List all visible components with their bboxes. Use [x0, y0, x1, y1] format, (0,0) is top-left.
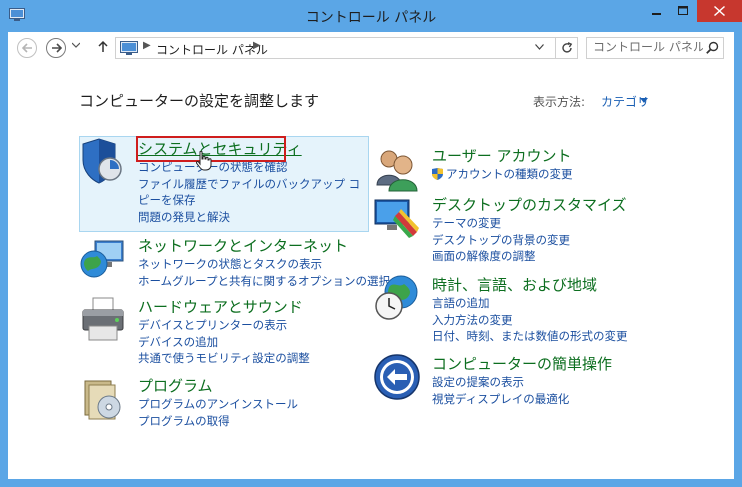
- forward-arrow-icon: [51, 43, 62, 53]
- back-arrow-icon: [21, 43, 32, 53]
- close-button[interactable]: [697, 0, 742, 22]
- category-link[interactable]: 問題の発見と解決: [138, 209, 364, 226]
- breadcrumb-control-panel[interactable]: コントロール パネル: [156, 41, 268, 58]
- view-by-dropdown-chevron-icon[interactable]: [640, 98, 648, 103]
- address-dropdown-chevron-icon[interactable]: [535, 44, 544, 50]
- breadcrumb-separator-icon[interactable]: ▶: [253, 40, 261, 51]
- hand-cursor-icon: [196, 151, 212, 171]
- category-title[interactable]: ハードウェアとサウンド: [138, 296, 303, 317]
- category-link[interactable]: 言語の追加: [432, 295, 628, 312]
- category-link[interactable]: 入力方法の変更: [432, 312, 628, 329]
- minimize-button[interactable]: [644, 0, 670, 22]
- category-link[interactable]: デバイスとプリンターの表示: [138, 317, 310, 334]
- category-link[interactable]: アカウントの種類の変更: [432, 166, 573, 183]
- close-icon: [714, 6, 725, 16]
- search-input[interactable]: [593, 40, 703, 54]
- maximize-icon: [678, 6, 688, 15]
- category-link[interactable]: ホームグループと共有に関するオプションの選択: [138, 273, 390, 290]
- view-by-label: 表示方法:: [533, 95, 586, 109]
- recent-pages-chevron-icon[interactable]: [72, 42, 80, 48]
- category-link[interactable]: デスクトップの背景の変更: [432, 232, 570, 249]
- category-link[interactable]: プログラムのアンインストール: [138, 396, 298, 413]
- category-link[interactable]: 設定の提案の表示: [432, 374, 569, 391]
- back-button[interactable]: [17, 38, 37, 58]
- category-title[interactable]: デスクトップのカスタマイズ: [432, 194, 627, 215]
- printer-icon: [82, 297, 124, 341]
- address-box[interactable]: ▶ コントロール パネル ▶: [115, 37, 556, 59]
- category-link[interactable]: 共通で使うモビリティ設定の調整: [138, 350, 310, 367]
- category-link[interactable]: ネットワークの状態とタスクの表示: [138, 256, 390, 273]
- clock-globe-icon: [375, 275, 418, 320]
- content-area: ▶ コントロール パネル ▶ コンピューターの設定を調整します 表示方法: カテ…: [8, 32, 734, 479]
- desktop-customize-icon: [374, 199, 419, 238]
- category-link-text: アカウントの種類の変更: [446, 167, 573, 181]
- category-title[interactable]: ネットワークとインターネット: [138, 235, 348, 256]
- programs-icon: [84, 380, 121, 420]
- category-title[interactable]: プログラム: [138, 375, 213, 396]
- uac-shield-icon: [432, 168, 443, 180]
- refresh-icon: [561, 42, 572, 53]
- category-link[interactable]: 日付、時刻、または数値の形式の変更: [432, 328, 628, 345]
- category-link[interactable]: 視覚ディスプレイの最適化: [432, 391, 569, 408]
- users-icon: [376, 150, 418, 192]
- category-link[interactable]: プログラムの取得: [138, 413, 298, 430]
- search-icon[interactable]: [706, 41, 719, 54]
- category-link[interactable]: テーマの変更: [432, 215, 570, 232]
- maximize-button[interactable]: [670, 0, 697, 22]
- page-heading: コンピューターの設定を調整します: [79, 92, 320, 110]
- up-arrow-icon[interactable]: [98, 40, 108, 52]
- ease-of-access-icon: [374, 354, 420, 400]
- breadcrumb-separator-icon[interactable]: ▶: [143, 40, 151, 51]
- category-link[interactable]: デバイスの追加: [138, 334, 310, 351]
- forward-button[interactable]: [46, 38, 66, 58]
- minimize-icon: [652, 13, 661, 15]
- window-title: コントロール パネル: [305, 10, 437, 26]
- refresh-button[interactable]: [556, 37, 578, 59]
- category-title[interactable]: ユーザー アカウント: [432, 145, 571, 166]
- category-title[interactable]: コンピューターの簡単操作: [432, 353, 612, 374]
- network-globe-icon: [80, 240, 124, 278]
- shield-icon: [82, 138, 122, 184]
- control-panel-icon: [120, 41, 138, 55]
- category-link[interactable]: ファイル履歴でファイルのバックアップ コピーを保存: [138, 176, 364, 209]
- category-title[interactable]: 時計、言語、および地域: [432, 274, 597, 295]
- category-link[interactable]: 画面の解像度の調整: [432, 248, 570, 265]
- search-box[interactable]: [586, 37, 724, 59]
- title-bar[interactable]: コントロール パネル: [0, 0, 742, 32]
- address-bar: ▶ コントロール パネル ▶: [8, 32, 734, 66]
- control-panel-window: コントロール パネル ▶ コントロール パネル ▶ コントロール パネル... …: [0, 0, 742, 487]
